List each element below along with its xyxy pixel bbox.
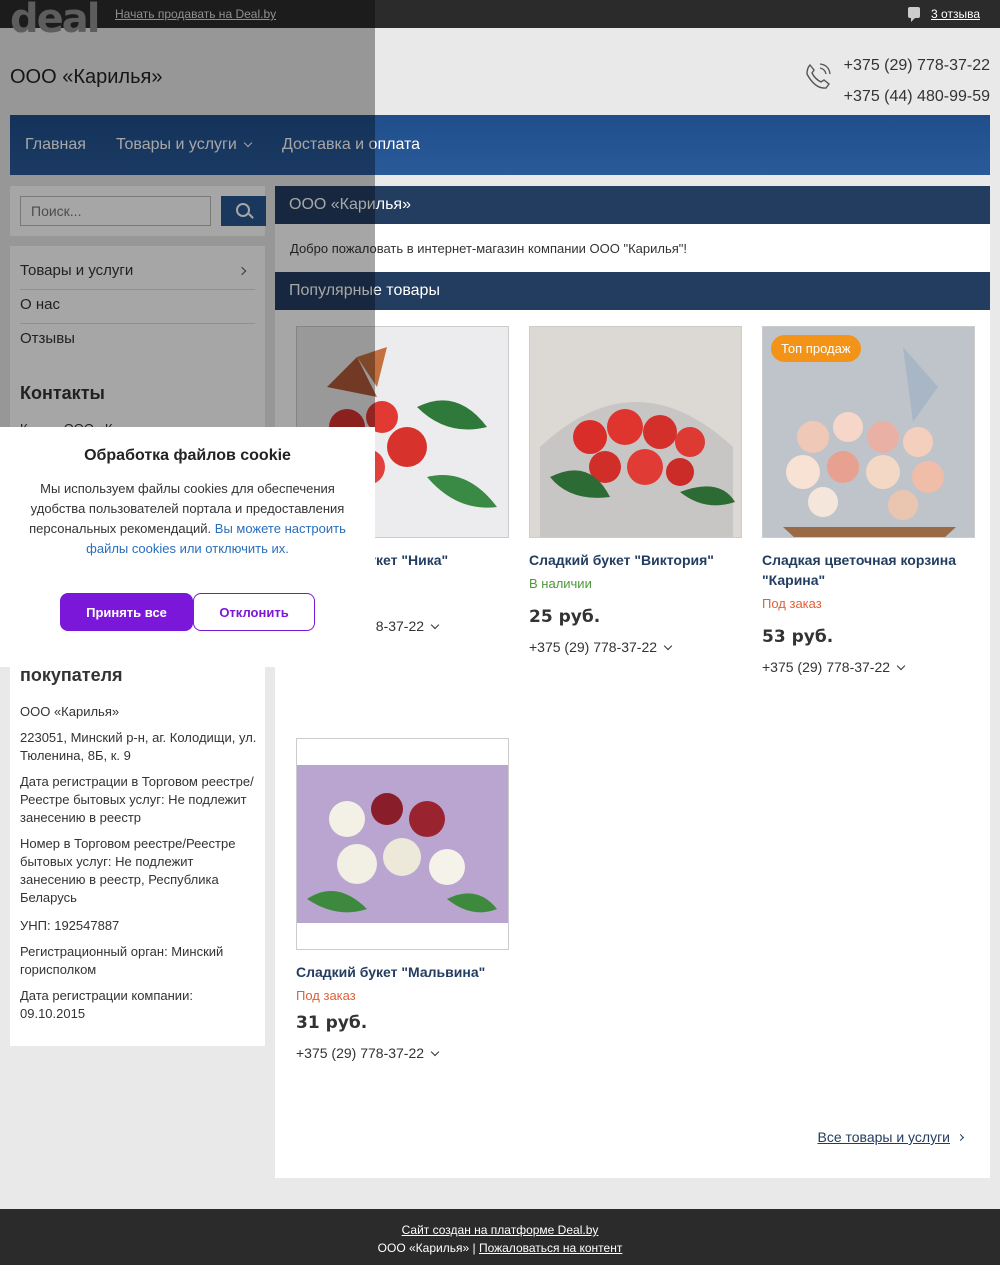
info-company-reg-date: Дата регистрации компании: 09.10.2015 [20,988,193,1021]
reviews-link[interactable]: 3 отзыва [931,7,980,21]
cookie-text: Мы используем файлы cookies для обеспече… [25,479,350,559]
info-unp: УНП: 192547887 [20,918,120,933]
product-price: 25 руб. [529,607,601,627]
decline-button[interactable]: Отклонить [193,593,315,631]
product-phone-label: +375 (29) 778-37-22 [296,1045,425,1061]
report-content-link[interactable]: Пожаловаться на контент [479,1241,622,1255]
product-status: В наличии [529,576,592,591]
product-name[interactable]: Сладкая цветочная корзина "Карина" [762,550,975,590]
product-phone-label: +375 (29) 778-37-22 [762,659,891,675]
cookie-dialog: Обработка файлов cookie Мы используем фа… [0,427,375,667]
footer-company: ООО «Карилья» | [377,1241,476,1255]
footer: Сайт создан на платформе Deal.by ООО «Ка… [0,1209,1000,1265]
chevron-right-icon [956,1133,965,1142]
accept-all-button[interactable]: Принять все [60,593,193,631]
page-title: ООО «Карилья» [275,186,990,224]
chevron-down-icon [430,1047,440,1057]
product-phone[interactable]: +375 (29) 778-37-22 [762,659,975,675]
all-products-label: Все товары и услуги [817,1129,950,1145]
product-phone[interactable]: +375 (29) 778-37-22 [296,1045,509,1061]
info-address: 223051, Минский р-н, аг. Колодищи, ул. Т… [20,730,257,763]
product-card: Топ продаж Сладкая цветочная корзина "Ка… [762,326,975,675]
product-price: 31 руб. [296,1013,368,1033]
product-name[interactable]: Сладкий букет "Виктория" [529,550,742,570]
product-status: Под заказ [762,596,822,611]
all-products-link[interactable]: Все товары и услуги [817,1129,965,1145]
popular-title: Популярные товары [275,272,990,310]
product-phone-label: +375 (29) 778-37-22 [529,639,658,655]
phone-2[interactable]: +375 (44) 480-99-59 [844,81,990,112]
product-image[interactable] [529,326,742,538]
product-image[interactable]: Топ продаж [762,326,975,538]
phone-icon [806,63,831,89]
main-content: ООО «Карилья» Добро пожаловать в интерне… [275,186,990,1178]
phone-1[interactable]: +375 (29) 778-37-22 [844,50,990,81]
product-card: Сладкий букет "Виктория" В наличии 25 ру… [529,326,742,655]
info-registry-number: Номер в Торговом реестре/Реестре бытовых… [20,836,236,905]
info-registry-date: Дата регистрации в Торговом реестре/Реес… [20,774,254,825]
product-name[interactable]: Сладкий букет "Мальвина" [296,962,509,982]
buyer-info-title: покупателя [20,665,123,685]
chevron-down-icon [896,661,906,671]
cookie-title: Обработка файлов cookie [84,447,291,464]
header-phones: +375 (29) 778-37-22 +375 (44) 480-99-59 [844,50,990,112]
product-status: Под заказ [296,988,356,1003]
product-card: Сладкий букет "Мальвина" Под заказ 31 ру… [296,738,509,1061]
product-phone[interactable]: +375 (29) 778-37-22 [529,639,742,655]
info-reg-authority: Регистрационный орган: Минский горисполк… [20,944,224,977]
comment-icon [908,7,920,22]
platform-link[interactable]: Сайт создан на платформе Deal.by [402,1223,599,1237]
info-company: ООО «Карилья» [20,704,120,719]
product-image[interactable] [296,738,509,950]
chevron-down-icon [430,620,440,630]
top-sales-badge: Топ продаж [771,335,861,362]
product-price: 53 руб. [762,627,834,647]
chevron-down-icon [663,641,673,651]
